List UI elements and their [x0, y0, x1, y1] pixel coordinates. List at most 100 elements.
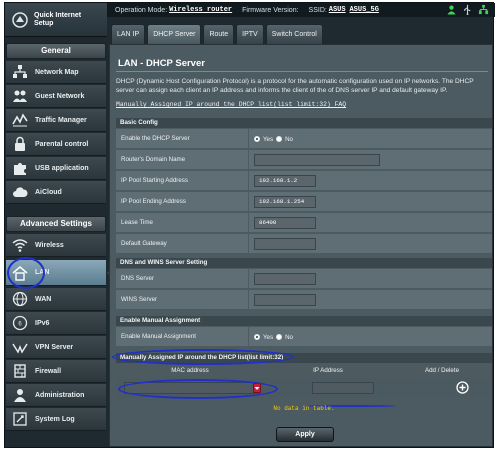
sidebar-item-aicloud[interactable]: AiCloud — [6, 181, 106, 204]
sidebar-item-label: Firewall — [35, 367, 62, 375]
no-data-message: No data in table. — [273, 405, 335, 412]
faq-link[interactable]: Manually Assigned IP around the DHCP lis… — [116, 101, 346, 108]
enable-dhcp-no-label: No — [285, 135, 294, 143]
globe-icon — [12, 291, 28, 307]
ip-pool-start-input[interactable]: 192.168.1.2 — [254, 175, 316, 187]
administration-icon — [14, 389, 26, 402]
enable-dhcp-yes-radio[interactable] — [254, 136, 260, 142]
sidebar-item-label: System Log — [35, 415, 75, 423]
sidebar-item-wan[interactable]: WAN — [6, 288, 106, 311]
status-bar: Operation Mode: Wireless router Firmware… — [107, 3, 495, 17]
sidebar-item-guest-network[interactable]: Guest Network — [6, 85, 106, 108]
status-icons — [446, 4, 489, 15]
sidebar-item-ipv6[interactable]: 6 IPv6 — [6, 312, 106, 335]
enable-dhcp-no-radio[interactable] — [276, 136, 283, 142]
dns-server-row: DNS Server — [116, 269, 492, 289]
sidebar-item-label: AiCloud — [35, 188, 62, 196]
sidebar-item-traffic-manager[interactable]: Traffic Manager — [6, 109, 106, 132]
ipv6-icon: 6 — [12, 315, 28, 331]
apply-button[interactable]: Apply — [276, 427, 334, 442]
column-ip-address: IP Address — [313, 367, 343, 374]
ip-pool-end-input[interactable]: 192.168.1.254 — [254, 196, 316, 208]
ssid-link-24g[interactable]: ASUS — [329, 6, 346, 14]
lease-time-label: Lease Time — [121, 213, 249, 233]
tab-lan-ip[interactable]: LAN IP — [111, 24, 146, 44]
ip-pool-end-label: IP Pool Ending Address — [121, 192, 249, 212]
ssid-link-5g[interactable]: ASUS_5G — [349, 6, 378, 14]
sidebar-item-lan[interactable]: LAN — [6, 260, 106, 286]
domain-name-label: Router's Domain Name — [121, 150, 249, 170]
manual-assignment-no-label: No — [285, 333, 294, 341]
sidebar-item-label: Traffic Manager — [35, 116, 87, 124]
lock-icon — [15, 136, 25, 151]
lease-time-row: Lease Time 86400 — [116, 213, 492, 233]
quick-setup-icon — [12, 11, 28, 28]
wins-server-input[interactable] — [254, 294, 316, 306]
page-description: DHCP (Dynamic Host Configuration Protoco… — [116, 78, 474, 94]
default-gateway-input[interactable] — [254, 238, 316, 250]
sidebar-item-label: Wireless — [35, 241, 64, 249]
quick-internet-setup-button[interactable]: Quick Internet Setup — [5, 3, 107, 37]
sidebar-item-wireless[interactable]: Wireless — [6, 234, 106, 257]
lease-time-input[interactable]: 86400 — [254, 217, 316, 229]
sidebar-item-vpn-server[interactable]: VPN Server — [6, 336, 106, 359]
advanced-settings-heading: Advanced Settings — [6, 216, 106, 232]
manual-list-heading: Manually Assigned IP around the DHCP lis… — [116, 353, 492, 363]
sidebar-item-label: WAN — [35, 295, 52, 303]
manual-assignment-yes-radio[interactable] — [254, 334, 260, 340]
tab-iptv[interactable]: IPTV — [236, 24, 264, 44]
chevron-down-icon — [254, 387, 260, 390]
ip-pool-end-row: IP Pool Ending Address 192.168.1.254 — [116, 192, 492, 212]
manual-assignment-heading: Enable Manual Assignment — [116, 316, 492, 326]
enable-dhcp-label: Enable the DHCP Server — [121, 129, 249, 149]
domain-name-input[interactable] — [254, 154, 380, 166]
network-icon[interactable] — [478, 4, 489, 15]
manual-assignment-yes-label: Yes — [263, 333, 274, 341]
add-entry-icon[interactable] — [456, 381, 469, 394]
wins-server-row: WINS Server — [116, 290, 492, 310]
sidebar-item-label: Administration — [35, 391, 85, 399]
operation-mode-link[interactable]: Wireless router — [169, 6, 232, 14]
ip-address-input[interactable] — [312, 382, 374, 394]
usb-icon[interactable] — [462, 4, 473, 15]
sidebar-item-firewall[interactable]: Firewall — [6, 360, 106, 383]
main-panel: LAN - DHCP Server DHCP (Dynamic Host Con… — [109, 44, 493, 447]
operation-mode-label: Operation Mode: — [115, 6, 168, 14]
quick-setup-label: Quick Internet Setup — [34, 11, 82, 27]
vpn-icon — [12, 343, 28, 354]
user-icon[interactable] — [446, 4, 457, 15]
manual-assignment-no-radio[interactable] — [276, 334, 283, 340]
guest-network-icon — [13, 90, 27, 102]
sidebar-item-administration[interactable]: Administration — [6, 384, 106, 407]
sidebar-item-label: Parental control — [35, 140, 89, 148]
firmware-version-label: Firmware Version: — [242, 6, 299, 14]
general-heading: General — [6, 43, 106, 59]
network-map-icon — [13, 65, 27, 78]
svg-text:6: 6 — [18, 322, 22, 328]
ip-pool-start-row: IP Pool Starting Address 192.168.1.2 — [116, 171, 492, 191]
sidebar-item-label: Network Map — [35, 68, 79, 76]
sidebar-item-network-map[interactable]: Network Map — [6, 61, 106, 84]
tab-dhcp-server[interactable]: DHCP Server — [147, 24, 202, 44]
mac-address-input[interactable] — [124, 382, 260, 394]
sidebar-item-system-log[interactable]: System Log — [6, 408, 106, 431]
tab-route[interactable]: Route — [203, 24, 235, 44]
tab-switch-control[interactable]: Switch Control — [265, 24, 323, 44]
column-add-delete: Add / Delete — [424, 367, 460, 374]
wins-server-label: WINS Server — [121, 290, 249, 310]
default-gateway-label: Default Gateway — [121, 234, 249, 254]
traffic-manager-icon — [12, 113, 28, 127]
wifi-icon — [12, 239, 28, 252]
manual-assignment-label: Enable Manual Assignment — [121, 327, 249, 347]
domain-name-row: Router's Domain Name — [116, 150, 492, 170]
sidebar-item-parental-control[interactable]: Parental control — [6, 133, 106, 156]
ip-pool-start-label: IP Pool Starting Address — [121, 171, 249, 191]
system-log-icon — [13, 412, 27, 426]
sidebar-item-label: IPv6 — [35, 319, 50, 327]
sidebar-item-usb-application[interactable]: USB application — [6, 157, 106, 180]
tab-bar: LAN IP DHCP Server Route IPTV Switch Con… — [111, 24, 323, 44]
mac-dropdown-button[interactable] — [253, 383, 261, 393]
cloud-icon — [13, 187, 28, 197]
dns-server-input[interactable] — [254, 273, 316, 285]
dns-wins-heading: DNS and WINS Server Setting — [116, 258, 492, 268]
